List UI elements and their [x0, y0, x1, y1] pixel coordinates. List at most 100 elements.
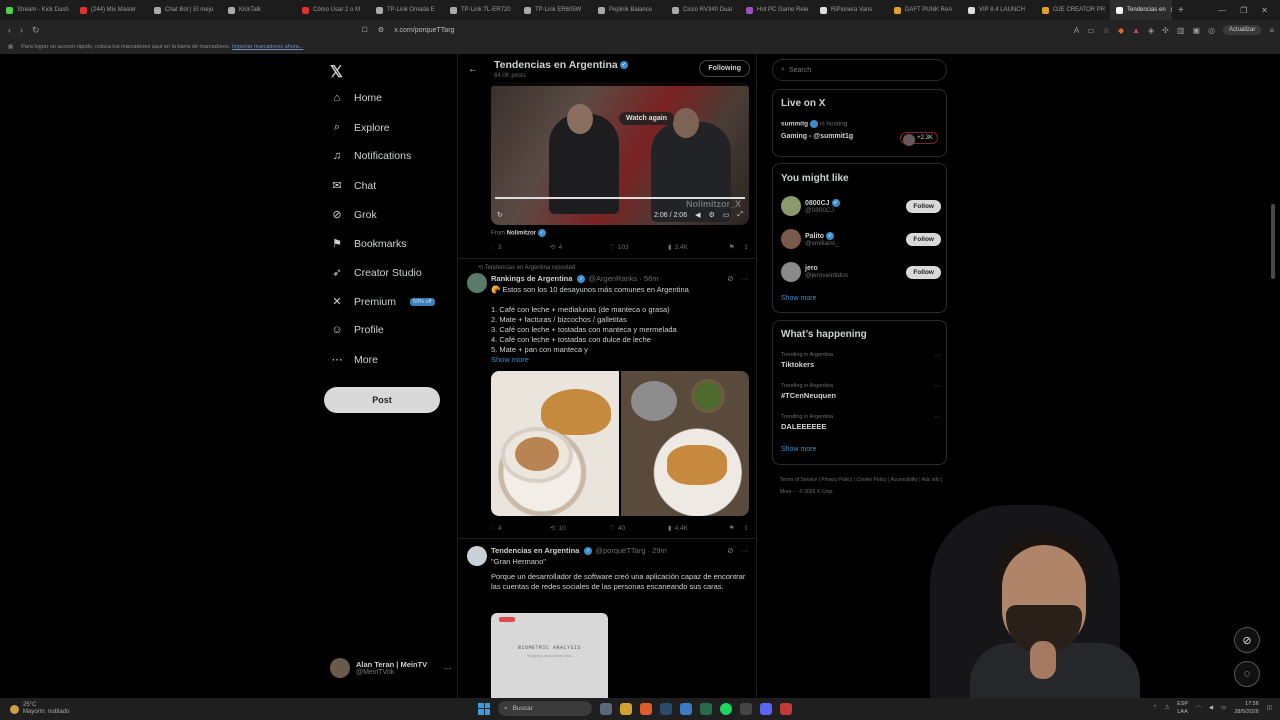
notification-icon[interactable]: ◫: [1267, 705, 1272, 711]
app-icon[interactable]: [780, 702, 792, 715]
views-button[interactable]: ▮ 3.4K: [668, 243, 727, 252]
more-icon[interactable]: ···: [934, 383, 941, 390]
puzzle-icon[interactable]: ✣: [1162, 26, 1169, 35]
extension-icon[interactable]: ◈: [1148, 26, 1154, 35]
spotify-icon[interactable]: [720, 702, 732, 715]
discord-icon[interactable]: [760, 702, 772, 715]
nav-item-more[interactable]: ⋯ More: [330, 353, 378, 367]
update-button[interactable]: Actualizar: [1222, 25, 1262, 35]
repost-button[interactable]: ⟲ 10: [550, 524, 609, 533]
back-arrow-icon[interactable]: ←: [468, 64, 478, 75]
post-button[interactable]: Post: [324, 387, 440, 413]
live-listeners-pill[interactable]: +2.3K: [900, 132, 938, 146]
task-view-icon[interactable]: [600, 702, 612, 715]
share-icon[interactable]: ⇪: [744, 524, 749, 532]
avatar[interactable]: [467, 273, 487, 293]
nav-item-chat[interactable]: ✉ Chat: [330, 179, 376, 193]
brave-shield-icon[interactable]: ◆: [1118, 26, 1124, 35]
nav-item-creator-studio[interactable]: ➶ Creator Studio: [330, 266, 421, 280]
repost-button[interactable]: ⟲ 4: [550, 243, 609, 252]
nav-item-home[interactable]: ⌂ Home: [330, 92, 382, 104]
nav-item-premium[interactable]: ✕ Premium 50% off: [330, 295, 435, 308]
browser-tab[interactable]: (244) Mix Master: [74, 0, 148, 20]
mate-pastries-image[interactable]: [621, 371, 749, 516]
browser-tab[interactable]: Cisco RV340 Dual: [666, 0, 740, 20]
volume-icon[interactable]: ◀: [695, 211, 700, 219]
bookmark-icon[interactable]: ☐: [362, 26, 368, 34]
messages-fab-icon[interactable]: ◌: [1234, 661, 1260, 687]
grok-fab-icon[interactable]: ⊘: [1234, 627, 1260, 653]
app-icon[interactable]: [740, 702, 752, 715]
like-button[interactable]: ♡ 103: [609, 243, 668, 252]
browser-tab[interactable]: TP-Link TL-ER720: [444, 0, 518, 20]
nav-item-profile[interactable]: ☺ Profile: [330, 324, 383, 336]
show-more-link[interactable]: Show more: [781, 295, 816, 302]
nav-item-bookmarks[interactable]: ⚑ Bookmarks: [330, 237, 406, 251]
nav-item-notifications[interactable]: ♫ Notifications: [330, 150, 411, 162]
scrollbar[interactable]: [1271, 204, 1275, 279]
browser-tab[interactable]: RiPionera Vans: [814, 0, 888, 20]
network-icon[interactable]: ⎍: [1165, 705, 1169, 712]
sidebar-icon[interactable]: ▥: [1177, 26, 1185, 35]
chevron-up-icon[interactable]: ⌃: [1153, 705, 1158, 711]
wallet-icon[interactable]: ▣: [1192, 26, 1200, 35]
trend-item[interactable]: Trending in Argentina Tiktokers ···: [781, 352, 941, 369]
browser-tab[interactable]: DAFT PUNK ReA: [888, 0, 962, 20]
file-explorer-icon[interactable]: [620, 702, 632, 715]
browser-tab-active[interactable]: Tendencias en✕: [1110, 0, 1172, 20]
battery-icon[interactable]: ▭: [1221, 705, 1226, 711]
star-icon[interactable]: ☆: [1103, 26, 1110, 35]
author-name[interactable]: Rankings de Argentina: [491, 274, 572, 283]
share-icon[interactable]: ⇪: [744, 243, 749, 251]
author-name[interactable]: Tendencias en Argentina: [491, 546, 579, 555]
more-icon[interactable]: ···: [934, 414, 941, 421]
browser-tab[interactable]: TP-Link Omada E: [370, 0, 444, 20]
translate-icon[interactable]: A: [1074, 26, 1079, 35]
steam-icon[interactable]: [660, 702, 672, 715]
bookmark-icon[interactable]: ⚑: [729, 243, 735, 251]
taskbar-search[interactable]: ⌕ Buscar: [498, 701, 592, 716]
more-icon[interactable]: ···: [742, 546, 750, 555]
reply-button[interactable]: ◌ 4: [491, 525, 550, 532]
site-info-icon[interactable]: ⚙: [378, 26, 384, 34]
more-icon[interactable]: ···: [444, 664, 452, 673]
cast-icon[interactable]: ▭: [1087, 26, 1095, 35]
following-button[interactable]: Following: [699, 60, 750, 77]
wifi-icon[interactable]: ◠: [1196, 705, 1201, 711]
grok-icon[interactable]: ⊘: [727, 546, 733, 555]
show-more-link[interactable]: Show more: [491, 355, 749, 365]
suggested-user[interactable]: 0800CJ ✓ @0800CJ Follow: [781, 196, 941, 216]
maximize-icon[interactable]: ❐: [1240, 6, 1247, 15]
more-icon[interactable]: ···: [934, 352, 941, 359]
follow-button[interactable]: Follow: [906, 199, 941, 213]
language-indicator[interactable]: ESP LAA: [1177, 700, 1188, 716]
trend-item[interactable]: Trending in Argentina #TCenNeuquen ···: [781, 383, 941, 400]
live-topic[interactable]: Gaming - @summit1g: [781, 133, 853, 140]
bookmark-icon[interactable]: ⚑: [729, 524, 735, 532]
browser-tab[interactable]: KickTalk: [222, 0, 296, 20]
video-player[interactable]: Watch again Nolimitzor_X ↻ 2:06 / 2:06 ◀…: [491, 82, 749, 225]
post-media[interactable]: [491, 371, 749, 516]
like-button[interactable]: ♡ 40: [609, 524, 668, 533]
volume-icon[interactable]: ◀: [1209, 705, 1213, 711]
browser-tab[interactable]: Stream - Kick Dash: [0, 0, 74, 20]
more-icon[interactable]: ···: [742, 274, 750, 283]
video-source-name[interactable]: Nolimitzor: [507, 231, 536, 237]
back-icon[interactable]: ‹: [8, 25, 11, 36]
live-host[interactable]: summitg ✓ is hosting: [781, 120, 847, 128]
settings-icon[interactable]: ⚙: [708, 211, 714, 219]
fullscreen-icon[interactable]: ⤢: [737, 211, 743, 219]
close-window-icon[interactable]: ✕: [1261, 6, 1268, 15]
vpn-icon[interactable]: ◎: [1208, 26, 1215, 35]
grok-icon[interactable]: ⊘: [727, 274, 733, 283]
clock[interactable]: 17:56 28/5/2026: [1234, 700, 1258, 716]
x-logo-icon[interactable]: 𝕏: [330, 62, 343, 82]
reload-icon[interactable]: ↻: [32, 25, 40, 36]
browser-tab[interactable]: Peplink Balance: [592, 0, 666, 20]
video-progress-bar[interactable]: [495, 197, 745, 199]
menu-icon[interactable]: ≡: [1269, 26, 1274, 35]
pip-icon[interactable]: ▭: [723, 211, 730, 219]
nav-item-explore[interactable]: ⌕ Explore: [330, 121, 390, 134]
apps-icon[interactable]: ▦: [8, 44, 13, 50]
browser-tab[interactable]: Chat Bot | El mejo: [148, 0, 222, 20]
